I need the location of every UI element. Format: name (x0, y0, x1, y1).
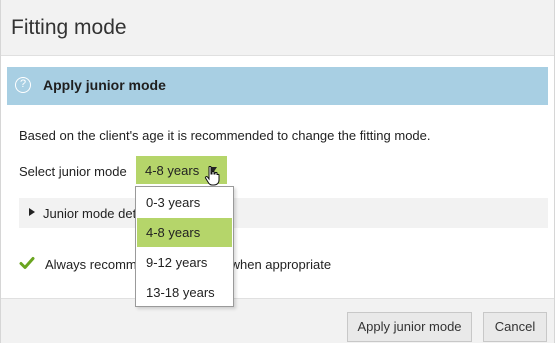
junior-mode-select-value: 4-8 years (145, 163, 200, 178)
dropdown-option-0-3[interactable]: 0-3 years (137, 188, 232, 217)
info-bar-text: Apply junior mode (43, 77, 166, 93)
fitting-mode-dialog: Fitting mode ? Apply junior mode Based o… (0, 0, 555, 343)
dialog-footer: Apply junior mode Cancel (1, 298, 554, 343)
hand-cursor-icon (204, 166, 220, 186)
dropdown-option-9-12[interactable]: 9-12 years (137, 248, 232, 277)
chevron-right-icon (29, 208, 35, 216)
junior-mode-dropdown-list: 0-3 years 4-8 years 9-12 years 13-18 yea… (135, 186, 234, 307)
apply-junior-mode-button[interactable]: Apply junior mode (347, 312, 472, 342)
cancel-button[interactable]: Cancel (483, 312, 547, 342)
info-bar: ? Apply junior mode (7, 67, 548, 105)
dialog-titlebar: Fitting mode (1, 0, 554, 56)
help-icon[interactable]: ? (15, 77, 31, 93)
dialog-title: Fitting mode (11, 16, 127, 39)
junior-mode-details-expander[interactable]: Junior mode det (19, 198, 548, 228)
dropdown-option-13-18[interactable]: 13-18 years (137, 278, 232, 307)
checkmark-icon[interactable] (19, 255, 35, 271)
dropdown-option-4-8[interactable]: 4-8 years (137, 218, 232, 247)
recommendation-text: Based on the client's age it is recommen… (19, 128, 431, 143)
select-junior-mode-label: Select junior mode (19, 164, 127, 179)
junior-mode-details-label: Junior mode det (43, 206, 137, 221)
